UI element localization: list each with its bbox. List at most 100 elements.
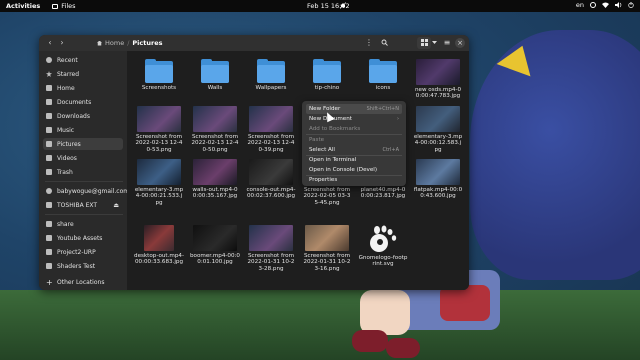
menu-item-label: Select All xyxy=(309,147,335,153)
folder-item-tip-chino[interactable]: tip-chino xyxy=(302,59,352,91)
file-grid: Screenshots Walls Wallpapers tip-chino i… xyxy=(127,51,469,290)
file-item[interactable]: desktop-out.mp4-00:00:33.683.jpg xyxy=(134,225,184,266)
language-indicator[interactable]: en xyxy=(576,1,584,9)
home-icon xyxy=(97,40,102,46)
sidebar-item-project2-urp[interactable]: Project2-URP xyxy=(43,246,123,258)
wallpaper-grass xyxy=(0,290,640,360)
close-window-button[interactable]: × xyxy=(455,38,465,48)
file-item[interactable]: elementary-3.mp4-00:00:12.583.jpg xyxy=(413,106,463,153)
file-label: elementary-3.mp4-00:00:21.533.jpg xyxy=(134,187,184,206)
file-item[interactable]: Screenshot from 2022-02-13 12-40-50.png xyxy=(190,106,240,153)
menu-item-new-folder[interactable]: New Folder Shift+Ctrl+N xyxy=(306,104,402,114)
image-thumbnail xyxy=(193,159,237,185)
wallpaper-character-hair xyxy=(470,30,640,280)
plus-icon: + xyxy=(46,277,53,287)
sidebar-item-label: Recent xyxy=(57,56,78,64)
file-label: Screenshot from 2022-02-13 12-40-50.png xyxy=(191,134,239,153)
image-thumbnail xyxy=(193,225,237,251)
file-label: Screenshots xyxy=(141,85,177,91)
search-button[interactable] xyxy=(377,37,391,49)
more-options-button[interactable]: ⋮ xyxy=(362,37,376,49)
picture-icon xyxy=(46,141,52,147)
home-icon xyxy=(46,85,52,91)
sidebar-item-label: share xyxy=(57,220,74,228)
folder-item-walls[interactable]: Walls xyxy=(190,59,240,91)
breadcrumb-current[interactable]: Pictures xyxy=(132,39,162,47)
chevron-down-icon xyxy=(431,41,437,44)
file-item[interactable]: flatpak.mp4-00:00:43.600.jpg xyxy=(413,159,463,200)
menu-item-paste[interactable]: Paste xyxy=(306,135,402,145)
sidebar-item-documents[interactable]: Documents xyxy=(43,96,123,108)
sidebar: Recent Starred Home Documents Downloads … xyxy=(39,51,129,290)
sidebar-item-share[interactable]: share xyxy=(43,218,123,230)
hamburger-menu-button[interactable]: ≡ xyxy=(440,37,454,49)
folder-item-wallpapers[interactable]: Wallpapers xyxy=(246,59,296,91)
menu-item-open-in-terminal[interactable]: Open in Terminal xyxy=(306,155,402,165)
wallpaper-character-bag xyxy=(440,285,490,321)
eject-icon[interactable]: ⏏ xyxy=(113,202,119,209)
menu-item-open-in-console[interactable]: Open in Console (Devel) xyxy=(306,165,402,175)
forward-button[interactable]: › xyxy=(57,38,67,48)
accessibility-icon[interactable] xyxy=(590,2,596,8)
sidebar-item-toshiba-ext[interactable]: TOSHIBA EXT ⏏ xyxy=(43,199,123,211)
sidebar-item-label: Home xyxy=(57,84,75,92)
sidebar-item-starred[interactable]: Starred xyxy=(43,68,123,80)
menu-item-select-all[interactable]: Select All Ctrl+A xyxy=(306,145,402,155)
back-button[interactable]: ‹ xyxy=(45,38,55,48)
menu-item-shortcut: Shift+Ctrl+N xyxy=(366,106,399,112)
wallpaper-character-legs xyxy=(360,290,410,335)
sidebar-item-label: Project2-URP xyxy=(57,248,96,256)
file-item[interactable]: elementary-3.mp4-00:00:21.533.jpg xyxy=(134,159,184,206)
view-toggle-button[interactable] xyxy=(417,37,431,49)
file-item[interactable]: Screenshot from 2022-02-13 12-40-39.png xyxy=(246,106,296,153)
sidebar-item-downloads[interactable]: Downloads xyxy=(43,110,123,122)
sidebar-item-recent[interactable]: Recent xyxy=(43,54,123,66)
app-menu[interactable]: Files xyxy=(52,2,76,10)
folder-icon xyxy=(313,59,341,83)
sidebar-item-label: TOSHIBA EXT xyxy=(57,201,98,209)
document-icon xyxy=(46,99,52,105)
menu-item-properties[interactable]: Properties xyxy=(306,175,402,185)
system-tray[interactable]: en xyxy=(576,1,634,9)
sidebar-item-online-account[interactable]: babywogue@gmail.com xyxy=(43,185,129,197)
file-label: Screenshot from 2022-01-31 10-23-16.png xyxy=(303,253,351,272)
menu-item-label: New Folder xyxy=(309,106,341,112)
file-item[interactable]: Screenshot from 2022-02-13 12-40-53.png xyxy=(134,106,184,153)
sidebar-item-videos[interactable]: Videos xyxy=(43,152,123,164)
breadcrumb: Home / Pictures xyxy=(97,38,162,48)
file-item[interactable]: Screenshot from 2022-01-31 10-23-28.png xyxy=(246,225,296,272)
sidebar-item-trash[interactable]: Trash xyxy=(43,166,123,178)
file-label: console-out.mp4-00:02:37.600.jpg xyxy=(246,187,296,200)
drive-icon xyxy=(46,202,52,208)
image-thumbnail xyxy=(144,225,174,251)
menu-item-add-to-bookmarks[interactable]: Add to Bookmarks xyxy=(306,124,402,134)
activities-button[interactable]: Activities xyxy=(6,2,40,10)
file-item[interactable]: Screenshot from 2022-01-31 10-23-16.png xyxy=(302,225,352,272)
sidebar-item-music[interactable]: Music xyxy=(43,124,123,136)
file-item[interactable]: console-out.mp4-00:02:37.600.jpg xyxy=(246,159,296,200)
breadcrumb-home[interactable]: Home xyxy=(105,39,124,47)
folder-item-screenshots[interactable]: Screenshots xyxy=(134,59,184,91)
file-item[interactable]: walls-out.mp4-00:00:35.167.jpg xyxy=(190,159,240,200)
sidebar-item-youtube-assets[interactable]: Youtube Assets xyxy=(43,232,123,244)
file-label: icons xyxy=(375,85,391,91)
menu-item-new-document[interactable]: New Document › xyxy=(306,114,402,124)
sidebar-item-shaders-test[interactable]: Shaders Test xyxy=(43,260,123,272)
file-label: tip-chino xyxy=(314,85,340,91)
wallpaper-character-shoe xyxy=(352,330,388,352)
view-options-dropdown[interactable] xyxy=(430,37,438,49)
sidebar-item-home[interactable]: Home xyxy=(43,82,123,94)
sidebar-item-pictures[interactable]: Pictures xyxy=(43,138,123,150)
trash-icon xyxy=(46,169,52,175)
video-icon xyxy=(46,155,52,161)
image-thumbnail xyxy=(249,159,293,185)
wallpaper-character-shoe xyxy=(386,338,420,358)
file-label: walls-out.mp4-00:00:35.167.jpg xyxy=(192,187,238,200)
file-item[interactable]: new osds.mp4-00:00:47.783.jpg xyxy=(413,59,463,100)
file-item[interactable]: Gnomelogo-footprint.svg xyxy=(358,225,408,268)
folder-item-icons[interactable]: icons xyxy=(358,59,408,91)
volume-icon xyxy=(615,2,622,8)
file-item[interactable]: boomer.mp4-00:00:01.100.jpg xyxy=(190,225,240,266)
account-icon xyxy=(46,188,52,194)
sidebar-item-other-locations[interactable]: + Other Locations xyxy=(43,276,123,288)
